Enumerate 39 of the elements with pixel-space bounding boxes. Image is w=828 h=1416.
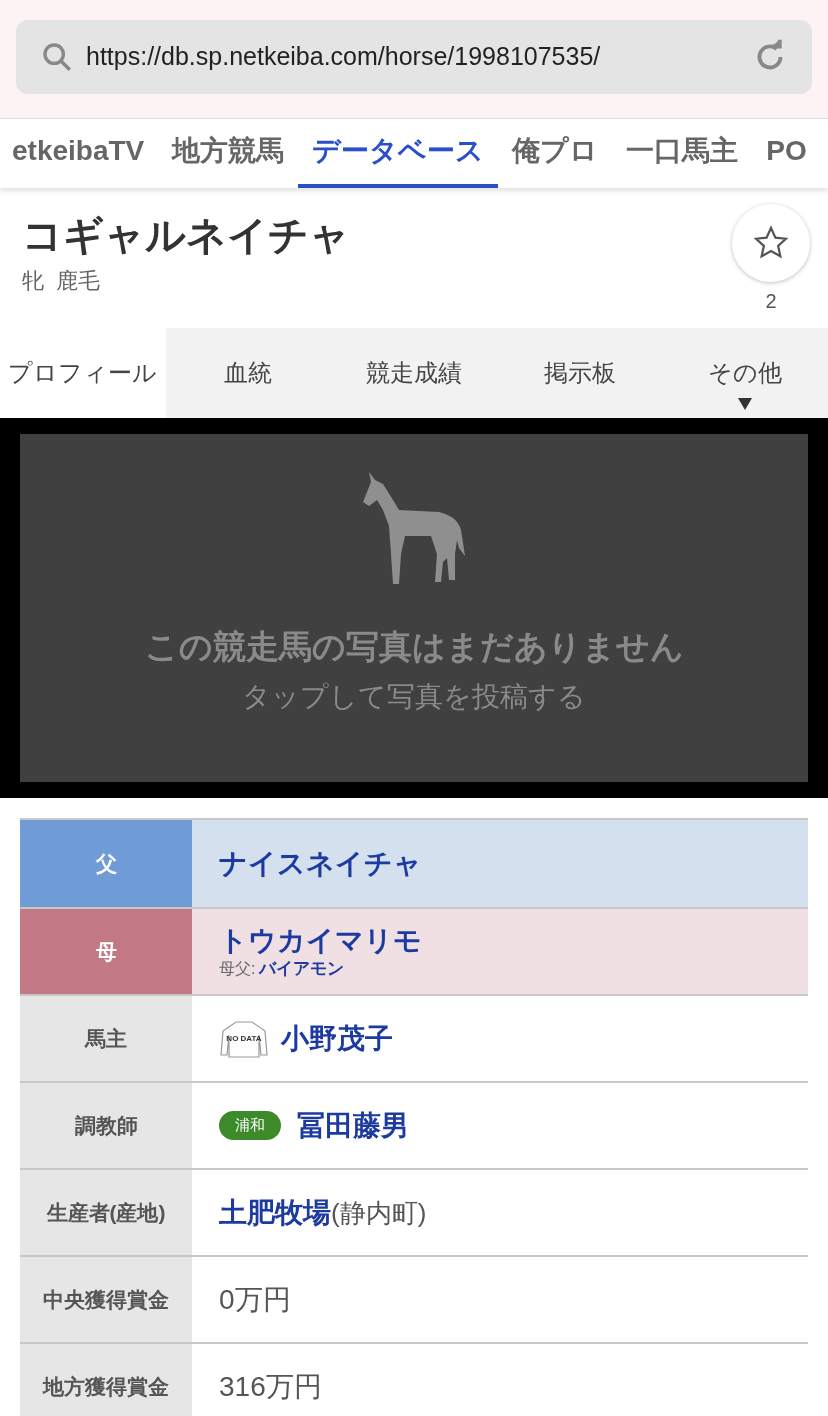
favorite-count: 2 <box>765 289 777 314</box>
row-header: 生産者(産地) <box>20 1170 192 1255</box>
dam-sire-label: 母父: <box>219 959 256 980</box>
row-header: 父 <box>20 820 192 907</box>
url-text: https://db.sp.netkeiba.com/horse/1998107535/ <box>86 41 602 73</box>
dam-sire-link[interactable]: バイアモン <box>259 958 345 980</box>
search-icon <box>40 40 74 74</box>
silks-icon: NO DATA <box>219 1018 269 1059</box>
sire-link[interactable]: ナイスネイチャ <box>219 842 422 885</box>
owner-link[interactable]: 小野茂子 <box>281 1017 393 1060</box>
row-header: 母 <box>20 909 192 994</box>
profile-tab[interactable]: 掲示板 <box>496 328 663 418</box>
breeder-region: (静内町) <box>331 1196 427 1230</box>
nav-tab[interactable]: etkeibaTV <box>0 119 159 188</box>
profile-tab[interactable]: プロフィール <box>0 328 166 418</box>
nav-tab[interactable]: 一口馬主 <box>612 119 753 188</box>
row-header: 地方獲得賞金 <box>20 1344 192 1416</box>
nav-tab[interactable]: 俺プロ <box>498 119 613 188</box>
favorite-button[interactable] <box>732 204 810 282</box>
horse-coat: 鹿毛 <box>56 267 100 295</box>
nav-tab[interactable]: データベース <box>298 119 499 188</box>
row-header: 馬主 <box>20 996 192 1081</box>
breeder-link[interactable]: 土肥牧場 <box>219 1191 331 1234</box>
row-header: 中央獲得賞金 <box>20 1257 192 1342</box>
horse-sex: 牝 <box>22 267 44 295</box>
profile-tab[interactable]: 競走成績 <box>331 328 497 418</box>
prize-value: 316万円 <box>219 1369 322 1404</box>
dam-link[interactable]: トウカイマリモ <box>219 923 422 959</box>
no-photo-title: この競走馬の写真はまだありません <box>144 627 684 667</box>
region-badge: 浦和 <box>219 1111 281 1140</box>
row-header: 調教師 <box>20 1083 192 1168</box>
horse-name: コギャルネイチャ <box>22 212 350 259</box>
nav-tab[interactable]: PO <box>752 119 821 188</box>
profile-tab[interactable]: 血統 <box>165 328 332 418</box>
address-bar[interactable]: https://db.sp.netkeiba.com/horse/1998107535/ <box>16 20 812 94</box>
upload-prompt: タップして写真を投稿する <box>242 679 586 714</box>
trainer-link[interactable]: 冨田藤男 <box>297 1104 409 1147</box>
prize-value: 0万円 <box>219 1282 291 1317</box>
nav-tab[interactable]: 地方競馬 <box>158 119 299 188</box>
